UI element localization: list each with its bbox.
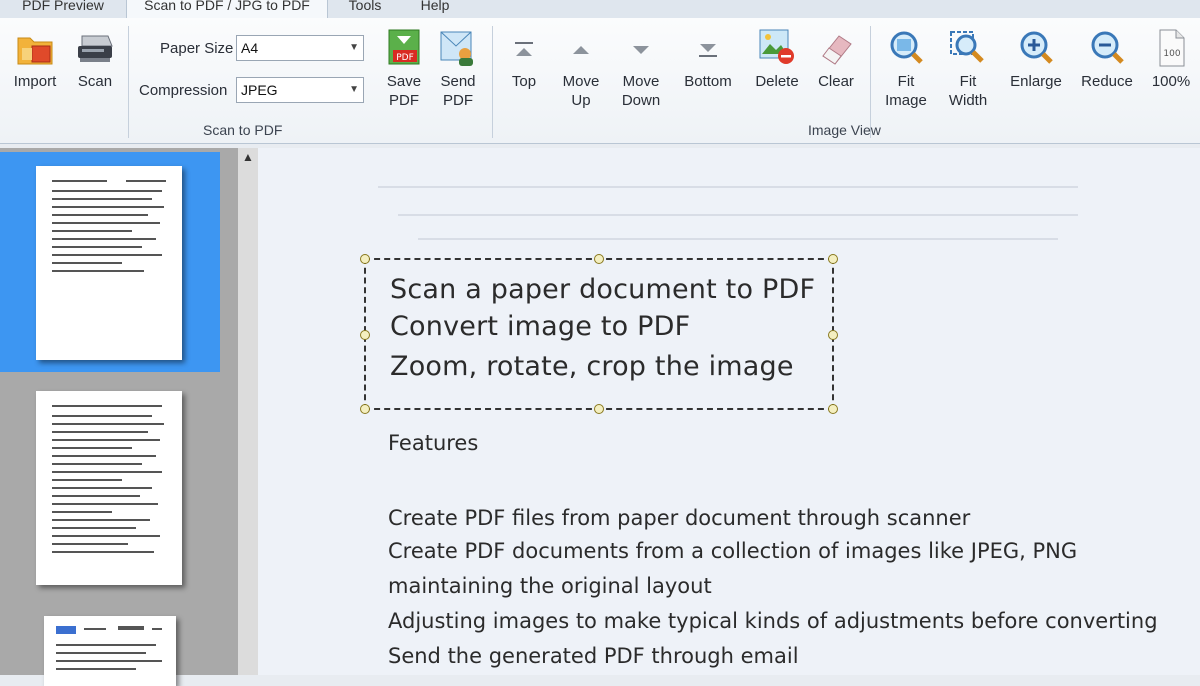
eraser-icon (822, 35, 852, 65)
selected-text-line: Convert image to PDF (390, 311, 691, 342)
compression-value: JPEG (241, 82, 278, 98)
move-top-button[interactable]: Top (502, 28, 546, 91)
tab-scan-to-pdf[interactable]: Scan to PDF / JPG to PDF (126, 0, 328, 18)
scroll-up-icon[interactable]: ▲ (242, 150, 254, 164)
actual-size-icon: 100 (1159, 29, 1185, 67)
zoom-100-button[interactable]: 100 100% (1146, 28, 1196, 91)
features-heading: Features (388, 431, 479, 455)
scan-label: Scan (77, 73, 113, 90)
fit-width-button[interactable]: Fit Width (942, 28, 994, 110)
thumbnail-scrollbar[interactable]: ▲ (238, 148, 258, 675)
arrow-down-icon (633, 46, 649, 54)
feature-line: Create PDF documents from a collection o… (388, 539, 1078, 563)
compression-select[interactable]: JPEG ▼ (236, 77, 364, 103)
zoom-out-icon (1091, 31, 1124, 64)
ribbon: Import Scan Paper Size A4 ▼ Compression … (0, 18, 1200, 144)
move-down-label-1: Move (622, 73, 660, 90)
scan-button[interactable]: Scan (70, 28, 120, 91)
fit-width-label-2: Width (948, 92, 988, 109)
feature-line: Create PDF files from paper document thr… (388, 506, 971, 530)
move-up-label-2: Up (571, 92, 591, 109)
move-up-button[interactable]: Move Up (558, 28, 604, 110)
reduce-label: Reduce (1081, 73, 1133, 90)
import-label: Import (13, 73, 57, 90)
selected-text-line: Zoom, rotate, crop the image (390, 351, 794, 382)
tab-pdf-preview[interactable]: PDF Preview (0, 0, 126, 16)
group-label-image-view: Image View (808, 122, 881, 138)
send-pdf-button[interactable]: Send PDF (434, 28, 482, 110)
paper-size-label: Paper Size (160, 40, 234, 57)
crop-handle[interactable] (828, 330, 838, 340)
pdf-badge-text: PDF (396, 53, 414, 63)
top-label: Top (511, 73, 537, 90)
bottom-label: Bottom (684, 73, 732, 90)
crop-handle[interactable] (828, 404, 838, 414)
delete-button[interactable]: Delete (750, 28, 804, 91)
delete-image-icon (759, 29, 794, 64)
move-bottom-button[interactable]: Bottom (680, 28, 736, 91)
fit-image-label-2: Image (885, 92, 927, 109)
ribbon-tab-bar: PDF Preview Scan to PDF / JPG to PDF Too… (0, 0, 1200, 19)
save-pdf-label-2: PDF (389, 92, 419, 109)
zoom-100-label: 100% (1151, 73, 1191, 90)
divider (128, 26, 129, 138)
crop-handle[interactable] (360, 254, 370, 264)
group-label-scan-to-pdf: Scan to PDF (203, 122, 283, 138)
svg-text:100: 100 (1163, 49, 1180, 59)
crop-handle[interactable] (360, 404, 370, 414)
reduce-button[interactable]: Reduce (1078, 28, 1136, 91)
feature-line: Adjusting images to make typical kinds o… (388, 609, 1158, 633)
delete-label: Delete (755, 73, 799, 90)
chevron-down-icon: ▼ (349, 84, 359, 95)
paper-size-value: A4 (241, 40, 259, 56)
page-thumbnail-3[interactable] (44, 616, 176, 686)
tab-help[interactable]: Help (405, 0, 465, 16)
chevron-down-icon: ▼ (349, 42, 359, 53)
save-pdf-button[interactable]: PDF Save PDF (380, 28, 428, 110)
divider (492, 26, 493, 138)
paper-size-select[interactable]: A4 ▼ (236, 35, 364, 61)
selected-text-line: Scan a paper document to PDF (390, 274, 816, 305)
page-thumbnail-1[interactable] (36, 166, 182, 360)
fit-image-icon (890, 31, 923, 64)
crop-handle[interactable] (594, 254, 604, 264)
crop-handle[interactable] (828, 254, 838, 264)
folder-icon (17, 37, 53, 65)
send-pdf-label-2: PDF (443, 92, 473, 109)
document-view: Scan a paper document to PDF Convert ima… (258, 148, 1200, 675)
feature-line: maintaining the original layout (388, 574, 712, 598)
crop-handle[interactable] (594, 404, 604, 414)
thumbnail-panel (0, 148, 238, 686)
save-pdf-icon: PDF (388, 29, 420, 65)
enlarge-button[interactable]: Enlarge (1006, 28, 1066, 91)
move-down-label-2: Down (621, 92, 661, 109)
clear-label: Clear (818, 73, 854, 90)
clear-button[interactable]: Clear (812, 28, 860, 91)
move-down-button[interactable]: Move Down (616, 28, 666, 110)
tab-tools[interactable]: Tools (330, 0, 400, 16)
page-thumbnail-2[interactable] (36, 391, 182, 585)
move-up-label-1: Move (562, 73, 600, 90)
zoom-in-icon (1020, 31, 1053, 64)
save-pdf-label-1: Save (386, 73, 422, 90)
import-button[interactable]: Import (8, 28, 62, 91)
fit-width-label-1: Fit (959, 73, 977, 90)
move-bottom-icon (699, 44, 717, 57)
fit-width-icon (950, 31, 984, 63)
feature-line: Send the generated PDF through email (388, 644, 799, 668)
fit-image-button[interactable]: Fit Image (880, 28, 932, 110)
send-email-icon (440, 31, 473, 66)
send-pdf-label-1: Send (440, 73, 476, 90)
arrow-up-icon (573, 46, 589, 54)
compression-label: Compression (139, 82, 228, 99)
crop-handle[interactable] (360, 330, 370, 340)
scanner-icon (78, 35, 113, 62)
enlarge-label: Enlarge (1010, 73, 1062, 90)
fit-image-label-1: Fit (897, 73, 915, 90)
move-top-icon (515, 42, 533, 56)
